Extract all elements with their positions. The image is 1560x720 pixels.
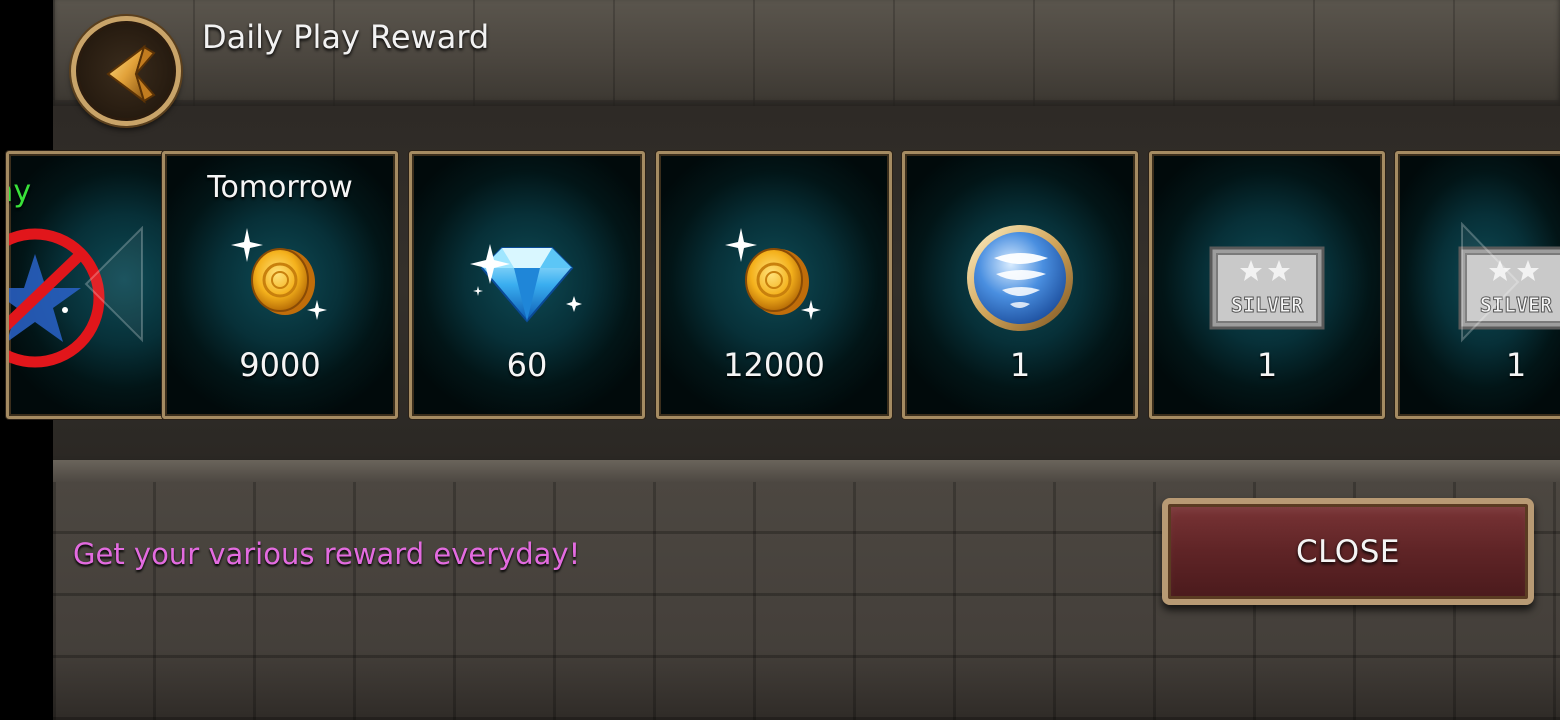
reward-count: 1 [1505, 346, 1527, 384]
reward-count: 12000 [723, 346, 825, 384]
reward-count: 1 [1009, 346, 1031, 384]
reward-card-tomorrow[interactable]: Tomorrow 9000 [162, 151, 398, 419]
scroll-right-arrow-icon[interactable] [1400, 222, 1520, 346]
diamond-gem-icon [470, 244, 582, 323]
silver-ticket-icon: SILVER [1209, 246, 1325, 330]
reward-card-day-4[interactable]: 12000 [656, 151, 892, 419]
card-day-label: Tomorrow [207, 170, 353, 205]
back-button[interactable] [71, 16, 181, 126]
ticket-text: SILVER [1231, 293, 1304, 317]
gold-coin-icon [231, 228, 327, 320]
page-title: Daily Play Reward [202, 18, 490, 56]
reward-card-day-5[interactable]: 1 [902, 151, 1138, 419]
whirlwind-orb-icon [967, 225, 1073, 331]
back-arrow-icon [106, 44, 156, 104]
reward-card-day-3[interactable]: 60 [409, 151, 645, 419]
reward-tagline: Get your various reward everyday! [73, 537, 581, 571]
gold-coin-icon [725, 228, 821, 320]
close-button[interactable]: CLOSE [1162, 498, 1534, 605]
reward-card-day-6[interactable]: SILVER 1 [1149, 151, 1385, 419]
reward-count: 1 [1256, 346, 1278, 384]
stone-ledge [53, 460, 1560, 482]
reward-count: 60 [506, 346, 548, 384]
reward-count: 9000 [239, 346, 321, 384]
scroll-left-arrow-icon[interactable] [32, 226, 152, 346]
card-day-label: ay [9, 174, 32, 209]
